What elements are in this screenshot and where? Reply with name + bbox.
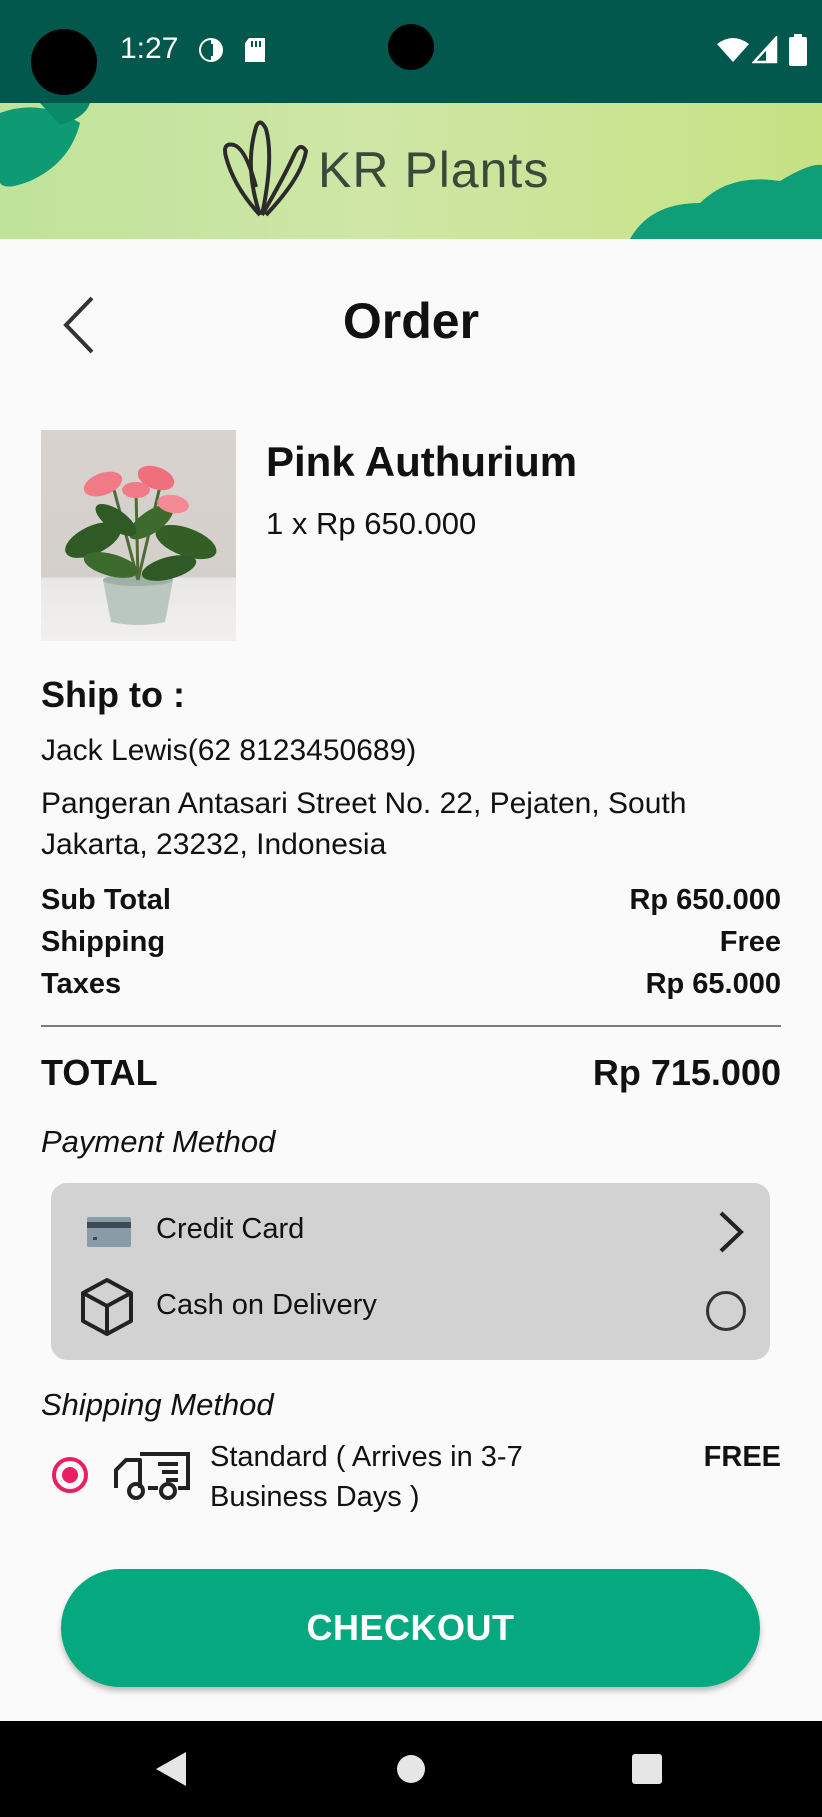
status-bar: 1:27 [0,0,822,103]
standard-shipping-price: FREE [703,1441,781,1473]
total-value: Rp 715.000 [592,1052,781,1093]
data-saver-icon [199,38,223,62]
product-quantity-price: 1 x Rp 650.000 [266,506,477,541]
nav-back-icon[interactable] [154,1750,188,1788]
shipping-cost-label: Shipping [41,926,166,958]
brand-banner: KR Plants [0,103,822,239]
payment-option-credit-card[interactable]: Credit Card [51,1197,770,1267]
status-time: 1:27 [120,32,179,65]
box-icon [81,1278,133,1336]
taxes-row: Taxes Rp 65.000 [41,968,781,1008]
credit-card-icon [87,1217,131,1247]
sd-card-icon [245,38,265,62]
brand-logo-icon [223,120,309,217]
checkout-button[interactable]: CHECKOUT [61,1569,760,1687]
subtotal-row: Sub Total Rp 650.000 [41,884,781,924]
subtotal-label: Sub Total [41,884,171,916]
recipient-name-phone: Jack Lewis(62 8123450689) [41,734,417,767]
shipping-address: Pangeran Antasari Street No. 22, Pejaten… [41,787,687,861]
payment-options-card: Credit Card Cash on Delivery [51,1183,770,1360]
plant-illustration [65,465,217,625]
shipping-cost-value: Free [719,926,781,958]
payment-option-cash-on-delivery[interactable]: Cash on Delivery [51,1273,770,1343]
system-navigation-bar [0,1721,822,1817]
product-name: Pink Authurium [266,438,578,485]
cash-on-delivery-radio[interactable] [706,1291,746,1331]
ship-to-heading: Ship to : [41,674,185,715]
credit-card-label: Credit Card [156,1213,305,1245]
shipping-method-heading: Shipping Method [41,1387,274,1422]
taxes-label: Taxes [41,968,122,1000]
nav-home-icon[interactable] [395,1753,427,1785]
total-row: TOTAL Rp 715.000 [41,1052,781,1098]
battery-icon [789,34,807,66]
page-title: Order [342,293,480,349]
standard-shipping-radio[interactable] [52,1457,88,1493]
front-camera [388,24,434,70]
camera-cutout [31,29,97,95]
payment-method-heading: Payment Method [41,1124,276,1159]
total-label: TOTAL [41,1052,158,1093]
signal-icon [752,36,778,64]
cash-on-delivery-label: Cash on Delivery [156,1289,377,1321]
nav-recents-icon[interactable] [631,1753,663,1785]
taxes-value: Rp 65.000 [645,968,781,1000]
wifi-icon [717,38,749,62]
shipping-cost-row: Shipping Free [41,926,781,966]
delivery-truck-icon [114,1452,190,1500]
brand-name: KR Plants [318,142,550,198]
radio-selected-dot [62,1467,78,1483]
standard-shipping-label: Standard ( Arrives in 3-7 Business Days … [210,1441,523,1513]
subtotal-value: Rp 650.000 [629,884,781,916]
chevron-right-icon [719,1211,744,1253]
summary-divider [41,1025,781,1027]
product-image [41,430,236,641]
